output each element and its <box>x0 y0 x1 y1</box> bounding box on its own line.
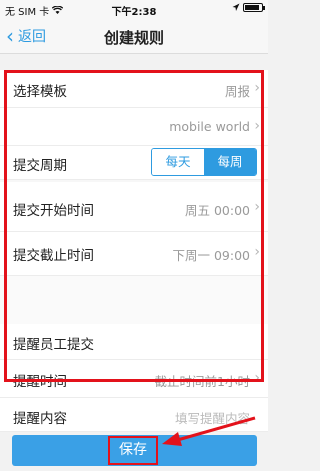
remind-content-label: 提醒内容 <box>13 411 67 427</box>
chevron-right-icon: › <box>254 199 260 215</box>
end-time-label: 提交截止时间 <box>13 248 94 264</box>
remind-time-value: 截止时间前1小时 <box>154 374 250 389</box>
chevron-right-icon: › <box>254 370 260 386</box>
period-segmented-control: 每天 每周 <box>151 148 257 176</box>
status-bar: 无 SIM 卡 下午2:38 <box>0 0 268 18</box>
status-time: 下午2:38 <box>111 7 157 18</box>
annotation-arrow-icon <box>162 416 256 446</box>
status-right <box>232 3 265 12</box>
template-value: 周报 <box>224 84 250 99</box>
remind-time-label: 提醒时间 <box>13 374 67 390</box>
period-option-weekly[interactable]: 每周 <box>204 149 256 175</box>
battery-fill <box>245 5 259 10</box>
remind-submit-label: 提醒员工提交 <box>13 337 94 353</box>
spacer-section <box>0 276 268 324</box>
template-row[interactable]: 选择模板 周报 › <box>0 70 268 108</box>
end-time-value: 下周一 09:00 <box>172 248 251 263</box>
recipient-value: mobile world <box>169 119 250 134</box>
remind-submit-row[interactable]: 提醒员工提交 <box>0 324 268 360</box>
chevron-right-icon: › <box>254 244 260 260</box>
page-title: 创建规则 <box>103 29 164 47</box>
battery-icon <box>243 3 265 12</box>
chevron-right-icon: › <box>254 118 260 134</box>
remind-time-row[interactable]: 提醒时间 截止时间前1小时 › <box>0 360 268 398</box>
start-time-value: 周五 00:00 <box>185 203 250 218</box>
chevron-right-icon: › <box>254 80 260 96</box>
end-time-row[interactable]: 提交截止时间 下周一 09:00 › <box>0 232 268 276</box>
period-option-daily[interactable]: 每天 <box>152 149 204 175</box>
recipient-row[interactable]: mobile world › <box>0 108 268 146</box>
period-row: 提交周期 每天 每周 <box>0 146 268 180</box>
period-label: 提交周期 <box>13 158 67 174</box>
start-time-row[interactable]: 提交开始时间 周五 00:00 › <box>0 182 268 232</box>
nav-bar: ‹ 返回 创建规则 <box>0 18 268 54</box>
location-icon <box>232 3 240 11</box>
save-label: 保存 <box>108 436 158 465</box>
template-label: 选择模板 <box>13 84 67 100</box>
start-time-label: 提交开始时间 <box>13 203 94 219</box>
